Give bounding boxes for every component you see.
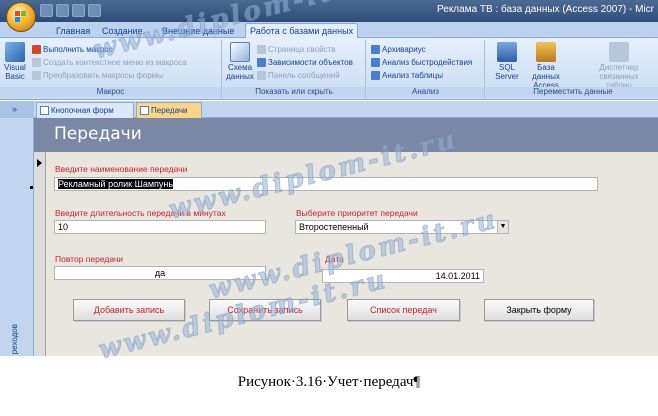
linked-tables-icon	[609, 42, 629, 62]
tab-database-tools[interactable]: Работа с базами данных	[245, 23, 359, 39]
visual-basic-label: Visual Basic	[4, 63, 26, 81]
date-input[interactable]: 14.01.2011	[322, 269, 484, 283]
convert-macros-icon	[32, 71, 41, 80]
redo-icon[interactable]	[72, 4, 85, 17]
date-label: Дата	[325, 254, 344, 264]
dependencies-icon	[257, 58, 266, 67]
access-db-icon	[536, 42, 556, 62]
customize-qat-icon[interactable]	[88, 4, 101, 17]
add-record-button[interactable]: Добавить запись	[73, 299, 185, 321]
property-sheet-button[interactable]: Страница свойств	[257, 44, 335, 55]
sql-server-button[interactable]: SQL Server	[492, 42, 522, 81]
office-logo-icon	[15, 11, 27, 23]
dropdown-arrow-icon[interactable]: ▼	[497, 221, 508, 233]
message-bar-icon	[257, 71, 266, 80]
document-tabs: » Кнопочная форм Передачи	[0, 101, 658, 118]
table-analyze-button[interactable]: Анализ таблицы	[371, 70, 443, 81]
doc-tab-switchboard-label: Кнопочная форм	[51, 106, 114, 115]
repeat-label: Повтор передачи	[55, 254, 124, 264]
message-bar-label: Панель сообщений	[268, 71, 340, 80]
bullet-mark	[30, 186, 33, 189]
doc-tab-switchboard[interactable]: Кнопочная форм	[36, 102, 134, 118]
priority-value: Второстепенный	[299, 222, 369, 232]
duration-input[interactable]: 10	[54, 220, 266, 234]
dependencies-label: Зависимости объектов	[268, 58, 353, 67]
context-menu-label: Создать контекстное меню из макроса	[43, 58, 187, 67]
visual-basic-button[interactable]: Visual Basic	[2, 42, 28, 81]
property-sheet-label: Страница свойств	[268, 45, 336, 54]
archiver-label: Архивариус	[382, 45, 426, 54]
current-record-icon	[37, 159, 42, 167]
group-macro: Visual Basic Выполнить макрос Создать ко…	[0, 40, 222, 98]
ribbon: Visual Basic Выполнить макрос Создать ко…	[0, 38, 658, 100]
priority-combobox[interactable]: Второстепенный ▼	[295, 220, 509, 234]
form-icon	[40, 106, 49, 115]
context-menu-icon	[32, 58, 41, 67]
group-move-data: SQL Server Базa данных Access Диспетчер …	[486, 40, 658, 98]
window-title: Реклама ТВ : база данных (Access 2007) -…	[437, 4, 654, 15]
message-bar-button[interactable]: Панель сообщений	[257, 70, 340, 81]
convert-macros-label: Преобразовать макросы формы	[43, 71, 164, 80]
performance-button[interactable]: Анализ быстродействия	[371, 57, 472, 68]
performance-label: Анализ быстродействия	[382, 58, 473, 67]
convert-macros-button[interactable]: Преобразовать макросы формы	[32, 70, 163, 81]
title-bar: Реклама ТВ : база данных (Access 2007) -…	[0, 0, 658, 22]
group-move-data-label: Переместить данные	[486, 87, 658, 97]
schema-button[interactable]: Схема данных	[226, 42, 254, 81]
record-selector[interactable]	[34, 152, 46, 356]
form-icon	[140, 106, 149, 115]
run-macro-label: Выполнить макрос	[43, 45, 113, 54]
archiver-icon	[371, 45, 380, 54]
linked-tables-label: Диспетчер связанных таблиц	[599, 63, 639, 90]
close-form-button[interactable]: Закрыть форму	[484, 299, 594, 321]
tab-external-data[interactable]: Внешние данные	[158, 24, 238, 38]
schema-icon	[230, 42, 250, 62]
access-db-label: Базa данных Access	[532, 63, 560, 90]
table-analyze-label: Анализ таблицы	[382, 71, 443, 80]
group-macro-label: Макрос	[0, 87, 221, 97]
name-label: Введите наименование передачи	[55, 164, 188, 174]
schema-label: Схема данных	[226, 63, 254, 81]
sql-server-icon	[497, 42, 517, 62]
doc-tab-broadcasts[interactable]: Передачи	[136, 102, 202, 118]
doc-tab-broadcasts-label: Передачи	[151, 106, 188, 115]
context-menu-button[interactable]: Создать контекстное меню из макроса	[32, 57, 187, 68]
run-macro-button[interactable]: Выполнить макрос	[32, 44, 113, 55]
archiver-button[interactable]: Архивариус	[371, 44, 426, 55]
group-show-hide-label: Показать или скрыть	[223, 87, 365, 97]
access-db-button[interactable]: Базa данных Access	[526, 42, 566, 90]
group-analyze-label: Анализ	[367, 87, 484, 97]
navigation-pane[interactable]: реходов	[0, 118, 34, 356]
group-show-hide: Схема данных Страница свойств Зависимост…	[223, 40, 366, 98]
name-input[interactable]: Рекламный ролик Шампунь	[54, 177, 598, 191]
quick-access-toolbar	[40, 4, 101, 17]
dependencies-button[interactable]: Зависимости объектов	[257, 57, 353, 68]
linked-tables-button[interactable]: Диспетчер связанных таблиц	[586, 42, 652, 90]
sql-server-label: SQL Server	[495, 63, 519, 81]
visual-basic-icon	[5, 42, 25, 62]
name-value: Рекламный ролик Шампунь	[58, 179, 174, 189]
property-sheet-icon	[257, 45, 266, 54]
run-macro-icon	[32, 45, 41, 54]
save-record-button[interactable]: Сохранить запись	[209, 299, 321, 321]
group-analyze: Архивариус Анализ быстродействия Анализ …	[367, 40, 485, 98]
performance-icon	[371, 58, 380, 67]
figure-caption: Рисунок·3.16·Учет·передач¶	[237, 374, 421, 390]
form-header: Передачи	[34, 118, 658, 152]
navigation-pane-label: реходов	[10, 323, 19, 354]
nav-pane-toggle[interactable]: »	[0, 101, 34, 118]
save-icon[interactable]	[40, 4, 53, 17]
repeat-input[interactable]: да	[54, 266, 266, 280]
ribbon-tabs: Главная Создание Внешние данные Работа с…	[0, 22, 658, 39]
tab-create[interactable]: Создание	[98, 24, 147, 38]
table-analyze-icon	[371, 71, 380, 80]
form-title: Передачи	[54, 124, 142, 144]
office-button[interactable]	[6, 2, 36, 32]
broadcast-list-button[interactable]: Список передач	[347, 299, 460, 321]
duration-label: Введите длительность передачи в минутах	[55, 208, 226, 218]
undo-icon[interactable]	[56, 4, 69, 17]
priority-label: Выберите приоритет передачи	[296, 208, 418, 218]
tab-home[interactable]: Главная	[52, 24, 94, 38]
